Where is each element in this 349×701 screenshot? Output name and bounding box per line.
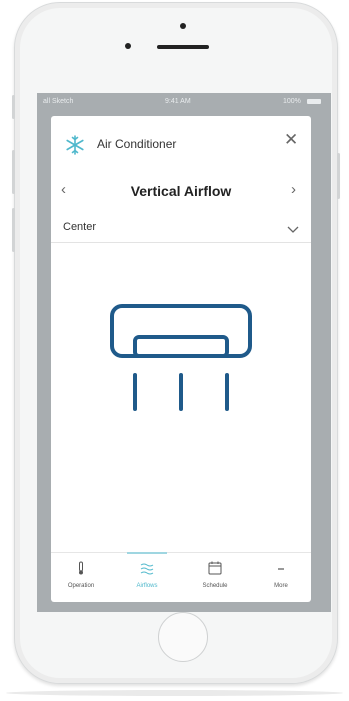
tab-more[interactable]: More xyxy=(255,553,307,603)
tab-airflows[interactable]: Airflows xyxy=(121,552,173,603)
carrier-label: all Sketch xyxy=(43,98,74,105)
battery-icon xyxy=(307,99,321,104)
chevron-left-icon[interactable]: ‹ xyxy=(61,182,66,197)
app-title: Air Conditioner xyxy=(97,137,177,151)
silent-switch xyxy=(12,95,15,119)
ac-control-panel: Air Conditioner ✕ ‹ Vertical Airflow › C… xyxy=(51,116,311,602)
status-bar: all Sketch 9:41 AM 100% xyxy=(37,93,331,112)
tab-label: Operation xyxy=(67,583,95,589)
phone-screen: all Sketch 9:41 AM 100% Air Conditioner … xyxy=(37,93,331,612)
status-time: 9:41 AM xyxy=(165,98,191,105)
chevron-down-icon xyxy=(287,222,299,240)
power-button xyxy=(337,153,340,199)
proximity-sensor xyxy=(125,43,131,49)
earpiece-speaker xyxy=(157,45,209,49)
direction-value: Center xyxy=(63,221,97,233)
tab-operation[interactable]: Operation xyxy=(55,553,107,603)
volume-up-button xyxy=(12,150,15,194)
close-icon[interactable]: ✕ xyxy=(284,131,298,148)
tab-schedule[interactable]: Schedule xyxy=(189,553,241,603)
tab-label: Airflows xyxy=(136,583,158,589)
snowflake-icon xyxy=(64,134,86,161)
tab-label: Schedule xyxy=(202,583,228,589)
airflow-mode-switcher: ‹ Vertical Airflow › xyxy=(51,178,311,206)
battery-label: 100% xyxy=(283,98,301,105)
calendar-icon xyxy=(189,561,241,575)
more-icon xyxy=(255,561,307,575)
air-conditioner-airflow-icon xyxy=(109,303,253,420)
volume-down-button xyxy=(12,208,15,252)
thermometer-icon xyxy=(55,561,107,575)
direction-select[interactable]: Center xyxy=(51,218,311,243)
tab-label: More xyxy=(274,583,288,589)
airflow-mode-title: Vertical Airflow xyxy=(130,183,232,199)
home-button[interactable] xyxy=(158,612,208,662)
active-tab-indicator xyxy=(127,552,167,554)
bottom-tab-bar: Operation Airflows Schedule More xyxy=(51,552,311,603)
phone-shadow xyxy=(6,690,343,696)
panel-header: Air Conditioner ✕ xyxy=(51,116,311,168)
front-camera xyxy=(180,23,186,29)
airflow-icon xyxy=(121,561,173,575)
chevron-right-icon[interactable]: › xyxy=(291,182,296,197)
